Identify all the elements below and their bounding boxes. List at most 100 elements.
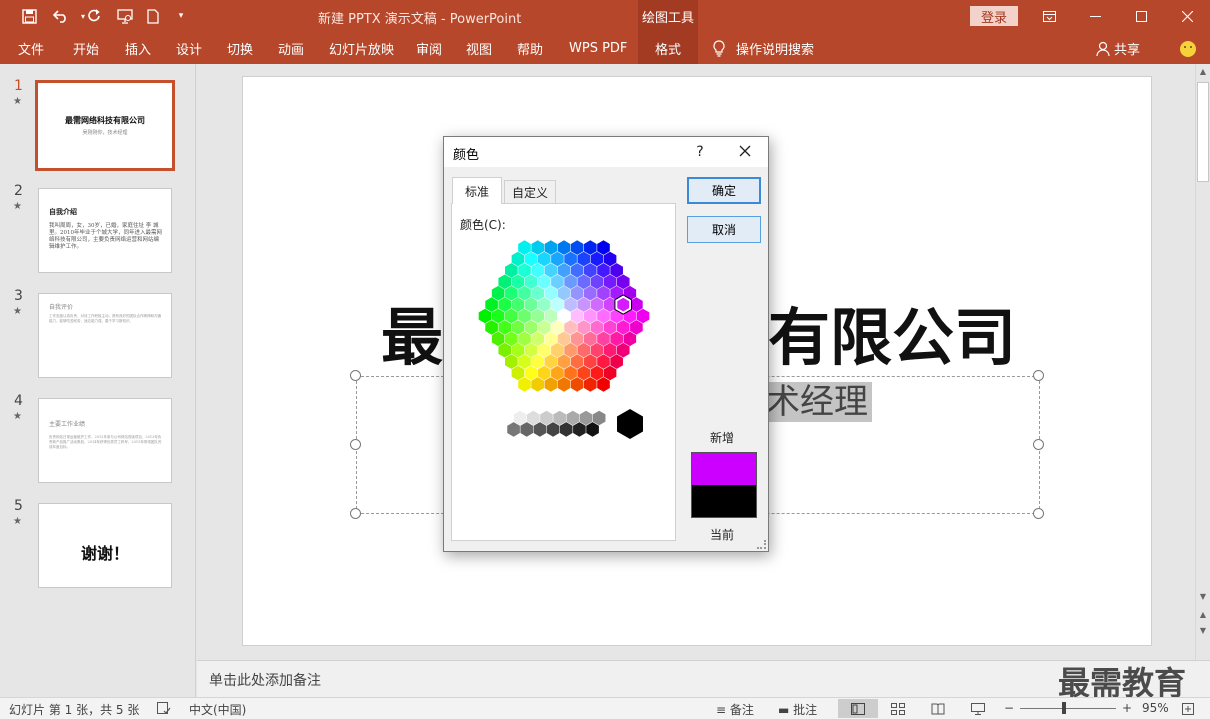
color-swatch[interactable] [590, 274, 604, 290]
next-slide-icon[interactable]: ▼ [1196, 626, 1210, 635]
vertical-scrollbar[interactable]: ▲ ▼ ▲ ▼ [1195, 64, 1210, 660]
color-swatch[interactable] [597, 308, 610, 324]
resize-handle[interactable] [350, 508, 361, 519]
gray-swatch[interactable] [546, 422, 560, 437]
color-swatch[interactable] [557, 377, 571, 392]
color-swatch[interactable] [544, 263, 558, 278]
redo-icon[interactable] [84, 6, 106, 26]
color-swatch[interactable] [590, 365, 604, 381]
new-icon[interactable] [142, 6, 164, 26]
color-swatch[interactable] [511, 320, 525, 335]
color-swatch[interactable] [603, 320, 617, 335]
thumbnail-slide-3[interactable]: 自我评价 工作态度认真负责，对待工作积极主动，具有良好的团队合作精神和沟通能力，… [38, 293, 172, 378]
color-swatch[interactable] [551, 297, 564, 312]
color-swatch[interactable] [577, 251, 591, 267]
slide-sorter-icon[interactable] [878, 699, 918, 718]
color-swatch[interactable] [524, 297, 538, 312]
color-swatch[interactable] [544, 377, 558, 392]
color-swatch[interactable] [570, 308, 584, 324]
resize-handle[interactable] [1033, 370, 1044, 381]
color-swatch[interactable] [564, 365, 577, 381]
tab-format[interactable]: 格式 [638, 33, 698, 64]
color-swatch[interactable] [518, 285, 531, 301]
tab-home[interactable]: 开始 [73, 33, 99, 64]
close-icon[interactable] [734, 141, 756, 163]
feedback-smiley-icon[interactable] [1180, 41, 1196, 57]
color-swatch[interactable] [616, 342, 630, 358]
color-swatch[interactable] [531, 331, 544, 347]
tab-view[interactable]: 视图 [466, 33, 492, 64]
color-swatch[interactable] [570, 331, 584, 347]
color-swatch[interactable] [537, 297, 551, 312]
zoom-slider-thumb[interactable] [1062, 702, 1066, 714]
spellcheck-icon[interactable] [146, 699, 182, 718]
cancel-button[interactable]: 取消 [687, 216, 761, 243]
color-swatch[interactable] [531, 285, 544, 301]
gray-swatch[interactable] [527, 410, 540, 426]
gray-swatch[interactable] [566, 410, 580, 426]
color-swatch[interactable] [570, 354, 584, 369]
color-swatch[interactable] [505, 263, 518, 278]
color-swatch[interactable] [623, 331, 637, 347]
thumbnail-slide-2[interactable]: 自我介绍 我叫周周，女，30岁，已婚，家庭住址 李 城里。2010年毕业于个城大… [38, 188, 172, 273]
color-swatch[interactable] [630, 320, 643, 335]
color-swatch[interactable] [551, 274, 564, 290]
color-swatch[interactable] [597, 285, 610, 301]
color-swatch[interactable] [544, 331, 558, 347]
tab-transitions[interactable]: 切换 [227, 33, 253, 64]
color-swatch[interactable] [531, 377, 544, 392]
color-swatch[interactable] [570, 377, 584, 392]
gray-swatch[interactable] [559, 422, 573, 437]
maximize-icon[interactable] [1118, 0, 1164, 33]
gray-swatch[interactable] [579, 410, 593, 426]
color-swatch[interactable] [616, 274, 630, 290]
resize-handle[interactable] [350, 439, 361, 450]
color-swatch[interactable] [610, 263, 623, 278]
help-icon[interactable]: ? [690, 141, 710, 163]
color-swatch[interactable] [518, 263, 531, 278]
color-swatch[interactable] [518, 354, 531, 369]
resize-grip-icon[interactable] [757, 540, 766, 549]
tab-wps-pdf[interactable]: WPS PDF [569, 33, 627, 64]
thumbnail-slide-4[interactable]: 主要工作业绩 负责网站日常运营维护工作，2012年参与公司网站改版项目，2013… [38, 398, 172, 483]
color-swatch[interactable] [577, 342, 591, 358]
color-swatch[interactable] [491, 285, 505, 301]
resize-handle[interactable] [1033, 439, 1044, 450]
color-swatch[interactable] [551, 365, 564, 381]
color-swatch[interactable] [584, 377, 597, 392]
color-swatch[interactable] [603, 251, 617, 267]
color-swatch[interactable] [485, 297, 498, 312]
zoom-level[interactable]: 95% [1142, 701, 1169, 715]
slideshow-view-icon[interactable] [958, 699, 998, 718]
color-swatch[interactable] [524, 251, 538, 267]
color-swatch[interactable] [544, 354, 558, 369]
color-swatch[interactable] [557, 331, 571, 347]
color-swatch[interactable] [610, 354, 623, 369]
previous-slide-icon[interactable]: ▲ [1196, 610, 1210, 619]
dialog-title-bar[interactable]: 颜色 ? [444, 137, 768, 167]
color-swatch[interactable] [544, 308, 558, 324]
color-swatch[interactable] [531, 263, 544, 278]
thumbnail-slide-5[interactable]: 谢谢！ [38, 503, 172, 588]
customize-icon[interactable]: ▾ [170, 6, 192, 26]
color-swatch[interactable] [557, 240, 571, 255]
minimize-icon[interactable] [1072, 0, 1118, 33]
color-swatch[interactable] [511, 365, 525, 381]
color-swatch[interactable] [537, 365, 551, 381]
color-swatch[interactable] [511, 251, 525, 267]
black-swatch[interactable] [617, 409, 643, 439]
gray-swatch[interactable] [540, 410, 553, 426]
color-swatch[interactable] [537, 342, 551, 358]
color-swatch[interactable] [498, 342, 512, 358]
subtitle-selected-text[interactable]: 术经理 [762, 382, 872, 422]
color-swatch[interactable] [524, 342, 538, 358]
resize-handle[interactable] [1033, 508, 1044, 519]
color-swatch[interactable] [537, 251, 551, 267]
gray-swatch[interactable] [553, 410, 566, 426]
color-swatch[interactable] [584, 308, 597, 324]
color-swatch[interactable] [557, 308, 571, 324]
color-swatch[interactable] [570, 240, 584, 255]
gray-swatch[interactable] [500, 410, 514, 426]
color-swatch[interactable] [597, 377, 610, 392]
color-swatch[interactable] [551, 251, 564, 267]
